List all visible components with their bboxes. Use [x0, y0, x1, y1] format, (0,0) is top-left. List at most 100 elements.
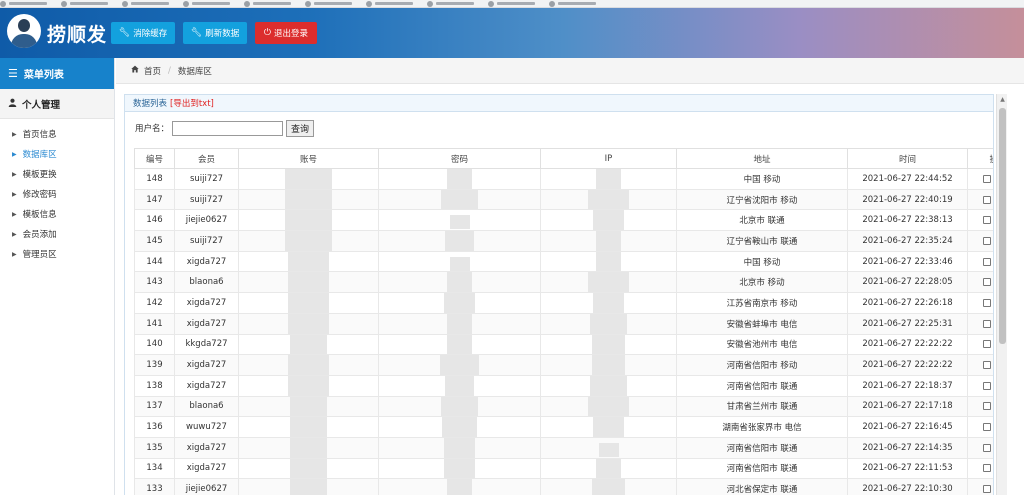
export-txt-link[interactable]: [导出到txt] [170, 97, 214, 109]
cell-address: 河南省信阳市 联通 [676, 457, 848, 480]
cell-actions: 删除 [967, 188, 993, 211]
row-select-checkbox[interactable] [983, 195, 992, 204]
scroll-up-icon[interactable]: ▲ [997, 94, 1008, 105]
bookmark-icon [427, 0, 433, 7]
bookmark-item[interactable] [244, 0, 291, 7]
row-select-checkbox[interactable] [983, 423, 992, 432]
table-row: 142 xigda727 1056 40 29 江苏省南京市 移动 2021-0… [134, 292, 993, 314]
ip-value: 495 [590, 376, 627, 396]
bookmark-item[interactable] [305, 0, 352, 7]
sidebar-group-personal[interactable]: 个人管理 [0, 89, 114, 119]
password-value: 1 [445, 334, 474, 354]
cell-member: blaona6 [174, 395, 239, 418]
row-select-checkbox[interactable] [983, 257, 992, 266]
account-value: 450 [290, 334, 327, 354]
user-icon [8, 98, 17, 110]
cell-time: 2021-06-27 22:28:05 [847, 271, 968, 294]
cell-account: 1056 [238, 292, 379, 314]
row-select-checkbox[interactable] [983, 174, 992, 183]
cell-member: suiji727 [174, 168, 239, 190]
cell-account: 121 [238, 395, 379, 418]
cell-member: blaona6 [174, 271, 239, 294]
vertical-scrollbar[interactable]: ▲ [996, 94, 1007, 495]
sidebar-item-admin[interactable]: ▶ 管理员区 [0, 244, 114, 264]
bookmark-item[interactable] [0, 0, 47, 7]
sidebar-item-label: 管理员区 [22, 250, 57, 260]
account-value: 33493 [284, 169, 333, 189]
sidebar-item-change-password[interactable]: ▶ 修改密码 [0, 184, 114, 204]
account-value: 2569 [287, 314, 329, 334]
row-select-checkbox[interactable] [983, 340, 992, 349]
cell-address: 甘肃省兰州市 联通 [676, 395, 848, 418]
wrench-icon: 🔧︎ [190, 28, 203, 38]
account-value: 247 [290, 479, 327, 495]
cell-address: 河南省信阳市 移动 [676, 354, 848, 376]
cell-actions: 删除 [967, 436, 993, 459]
cell-actions: 删除 [967, 209, 993, 232]
row-select-checkbox[interactable] [983, 319, 992, 328]
clear-cache-button[interactable]: 🔧︎ 消除缓存 [111, 22, 175, 44]
ip-value: 53 [593, 417, 624, 437]
cell-time: 2021-06-27 22:25:31 [847, 312, 968, 335]
table-row: 144 xigda727 1512 3 中国 移动 2021-06-27 22:… [134, 250, 993, 273]
cell-time: 2021-06-27 22:40:19 [847, 188, 968, 211]
sidebar-item-add-member[interactable]: ▶ 会员添加 [0, 224, 114, 244]
sidebar-item-database[interactable]: ▶ 数据库区 [0, 144, 114, 164]
bookmark-item[interactable] [122, 0, 169, 7]
cell-member: xigda727 [174, 436, 239, 459]
power-icon: ⏻ [263, 28, 272, 38]
breadcrumb-home[interactable]: 首页 [144, 65, 161, 77]
bookmark-item[interactable] [549, 0, 596, 7]
column-header-time: 时间 [847, 148, 968, 169]
column-header-account: 账号 [238, 148, 379, 169]
row-select-checkbox[interactable] [983, 485, 992, 494]
cell-time: 2021-06-27 22:10:30 [847, 478, 968, 495]
breadcrumb: 首页 / 数据库区 [116, 58, 1024, 84]
bookmark-item[interactable] [183, 0, 230, 7]
ip-value: 29 [593, 293, 624, 313]
bookmark-item[interactable] [366, 0, 413, 7]
row-select-checkbox[interactable] [983, 216, 992, 225]
row-select-checkbox[interactable] [983, 361, 992, 370]
refresh-data-button[interactable]: 🔧︎ 刷新数据 [183, 22, 247, 44]
bookmark-item[interactable] [488, 0, 535, 7]
wrench-icon: 🔧︎ [118, 28, 131, 38]
scrollbar-thumb[interactable] [999, 108, 1006, 344]
row-select-checkbox[interactable] [983, 278, 992, 287]
row-select-checkbox[interactable] [983, 443, 992, 452]
username-search-input[interactable] [172, 120, 284, 136]
password-value: 7 [445, 272, 474, 292]
cell-account: 28028 [238, 209, 379, 232]
row-select-checkbox[interactable] [983, 381, 992, 390]
bookmark-icon [61, 0, 67, 7]
cell-member: jiejie0627 [174, 478, 239, 495]
row-select-checkbox[interactable] [983, 236, 992, 245]
cell-account: 207 [238, 457, 379, 480]
cell-time: 2021-06-27 22:14:35 [847, 436, 968, 459]
row-select-checkbox[interactable] [983, 298, 992, 307]
cell-id: 145 [134, 230, 175, 252]
table-row: 135 xigda727 219 00 河南省信阳市 联通 2021-06-27… [134, 436, 993, 459]
sidebar-item-template-info[interactable]: ▶ 模板信息 [0, 204, 114, 224]
bookmark-item[interactable] [427, 0, 474, 7]
logout-button[interactable]: ⏻ 退出登录 [255, 22, 317, 44]
browser-bookmarks-bar [0, 0, 1024, 8]
sidebar-item-template-change[interactable]: ▶ 模板更换 [0, 164, 114, 184]
cell-address: 辽宁省鞍山市 联通 [676, 230, 848, 252]
cell-address: 湖南省张家界市 电信 [676, 416, 848, 438]
cell-address: 河北省保定市 联通 [676, 478, 848, 495]
account-value: 2915 [287, 355, 329, 375]
cell-ip: 3612 [540, 271, 677, 294]
table-row: 140 kkgda727 450 1 .47 安徽省池州市 电信 2021-06… [134, 333, 993, 356]
sidebar-item-home-info[interactable]: ▶ 首页信息 [0, 124, 114, 144]
row-select-checkbox[interactable] [983, 402, 992, 411]
row-select-checkbox[interactable] [983, 464, 992, 473]
cell-password: qi89 [378, 354, 541, 376]
bookmark-item[interactable] [61, 0, 108, 7]
password-value: 0. [445, 376, 474, 396]
table-row: 139 xigda727 2915 qi89 .44 河南省信阳市 移动 202… [134, 354, 993, 376]
password-value: 40 [444, 293, 475, 313]
search-button[interactable]: 查询 [286, 119, 315, 137]
cell-account: 1512 [238, 250, 379, 273]
sidebar-item-label: 数据库区 [22, 150, 57, 160]
